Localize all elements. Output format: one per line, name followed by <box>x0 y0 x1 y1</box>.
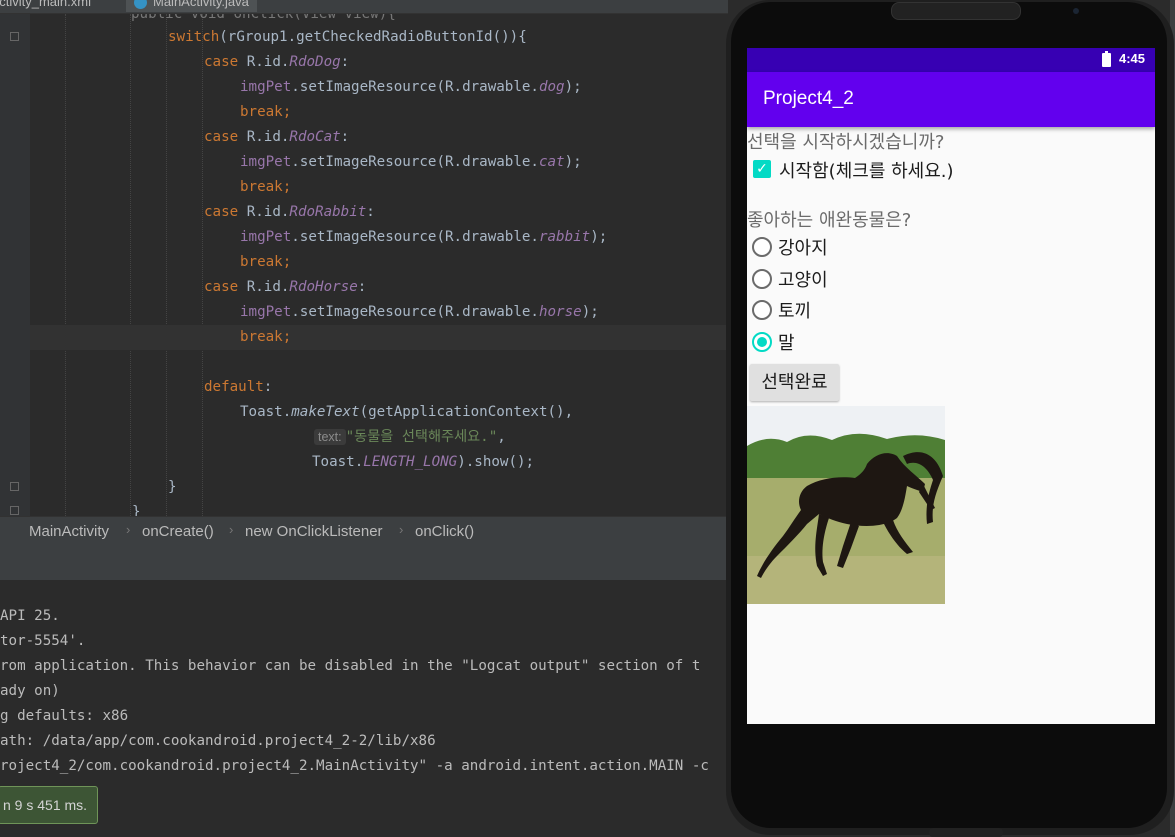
radio-unchecked-icon[interactable] <box>752 269 772 289</box>
breadcrumb-item[interactable]: onClick() <box>415 523 474 540</box>
code-line: imgPet.setImageResource(R.drawable.rabbi… <box>240 229 608 245</box>
chevron-right-icon: › <box>399 522 404 537</box>
checkbox-label[interactable]: 시작함(체크를 하세요.) <box>779 157 954 183</box>
app-title: Project4_2 <box>763 88 854 109</box>
checkbox-checked-icon[interactable]: ✓ <box>753 160 771 178</box>
app-bar: Project4_2 <box>747 72 1155 127</box>
fold-icon[interactable] <box>10 32 19 41</box>
run-panel-header <box>0 548 728 580</box>
code-line: } <box>168 479 177 495</box>
code-line: default: <box>204 379 273 395</box>
speaker-icon <box>891 2 1021 20</box>
console-line: ath: /data/app/com.cookandroid.project4_… <box>0 733 436 749</box>
question-start: 선택을 시작하시겠습니까? <box>747 132 945 153</box>
radio-checked-icon[interactable] <box>752 332 772 352</box>
battery-charging-icon <box>1102 51 1111 67</box>
code-line: Toast.LENGTH_LONG).show(); <box>312 454 535 470</box>
code-line: imgPet.setImageResource(R.drawable.cat); <box>240 154 582 170</box>
chevron-right-icon: › <box>229 522 234 537</box>
chevron-right-icon: › <box>126 522 131 537</box>
tab-label: MainActivity.java <box>153 0 249 9</box>
java-class-icon <box>134 0 147 10</box>
speaker-icon <box>929 828 1003 837</box>
fold-icon[interactable] <box>10 482 19 491</box>
code-line: case R.id.RdoRabbit: <box>204 204 375 220</box>
console-line: rom application. This behavior can be di… <box>0 658 701 674</box>
code-line: switch(rGroup1.getCheckedRadioButtonId()… <box>168 29 527 45</box>
tab-activity-main-xml[interactable]: activity_main.xml <box>0 0 91 12</box>
status-bar: 4:45 <box>747 48 1155 72</box>
breadcrumb-item[interactable]: onCreate() <box>142 523 214 540</box>
question-pet: 좋아하는 애완동물은? <box>747 210 912 231</box>
run-console[interactable]: API 25. tor-5554'. rom application. This… <box>0 580 728 835</box>
editor-gutter <box>0 14 30 516</box>
code-line: text: "동물을 선택해주세요.", <box>30 425 728 450</box>
build-notification[interactable]: n 9 s 451 ms. <box>0 786 98 824</box>
console-line: ady on) <box>0 683 60 699</box>
radio-unchecked-icon[interactable] <box>752 300 772 320</box>
console-line: g defaults: x86 <box>0 708 129 724</box>
code-line: case R.id.RdoCat: <box>204 129 350 145</box>
code-line: break; <box>240 104 292 120</box>
code-line: imgPet.setImageResource(R.drawable.horse… <box>240 304 599 320</box>
breadcrumb-item[interactable]: MainActivity <box>29 523 109 540</box>
radio-label[interactable]: 강아지 <box>778 234 828 260</box>
fold-icon[interactable] <box>10 506 19 515</box>
editor-tab-bar: activity_main.xml MainActivity.java <box>0 0 728 14</box>
code-line: Toast.makeText(getApplicationContext(), <box>240 404 574 420</box>
tab-mainactivity-java[interactable]: MainActivity.java <box>126 0 257 12</box>
console-line: API 25. <box>0 608 60 624</box>
device-screen: 4:45 Project4_2 선택을 시작하시겠습니까? ✓ 시작함(체크를 … <box>747 48 1155 724</box>
radio-label[interactable]: 토끼 <box>778 297 811 323</box>
console-line: tor-5554'. <box>0 633 86 649</box>
breadcrumb-item[interactable]: new OnClickListener <box>245 523 383 540</box>
code-line: case R.id.RdoHorse: <box>204 279 367 295</box>
done-button[interactable]: 선택완료 <box>750 364 839 401</box>
breadcrumb: MainActivity › onCreate() › new OnClickL… <box>0 516 728 548</box>
radio-label[interactable]: 말 <box>778 329 795 355</box>
horse-image <box>747 406 945 604</box>
code-line: } <box>132 504 141 516</box>
camera-icon <box>1073 8 1079 14</box>
console-line: roject4_2/com.cookandroid.project4_2.Mai… <box>0 758 709 774</box>
parameter-hint: text: <box>314 429 346 445</box>
status-time: 4:45 <box>1119 51 1146 66</box>
code-line: break; <box>240 179 292 195</box>
code-line-current: break; <box>30 325 728 350</box>
code-line: imgPet.setImageResource(R.drawable.dog); <box>240 79 582 95</box>
radio-unchecked-icon[interactable] <box>752 237 772 257</box>
radio-label[interactable]: 고양이 <box>778 266 828 292</box>
code-editor[interactable]: public void onClick(View view){ switch(r… <box>30 14 728 516</box>
code-line: case R.id.RdoDog: <box>204 54 350 70</box>
code-line: break; <box>240 254 292 270</box>
